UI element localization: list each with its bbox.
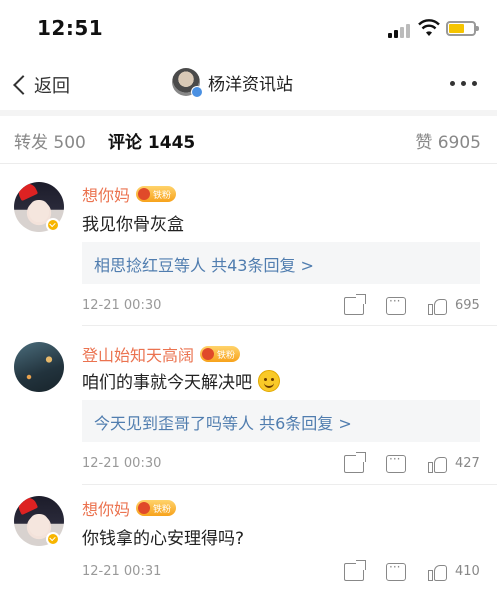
like-icon[interactable] (428, 563, 448, 581)
fan-badge-label: 铁粉 (217, 350, 236, 361)
comment-date: 12-21 00:31 (82, 564, 162, 579)
fan-badge: 铁粉 (136, 500, 177, 516)
nav-title: 杨洋资讯站 (208, 74, 293, 95)
fan-badge: 铁粉 (136, 186, 177, 202)
chevron-left-icon (13, 75, 33, 95)
replies-link[interactable]: 今天见到歪哥了吗等人 共6条回复 > (82, 400, 480, 442)
replies-link[interactable]: 相思捻红豆等人 共43条回复 > (82, 242, 480, 284)
comment-meta: 12-21 00:31 410 (82, 560, 482, 584)
like-count: 427 (455, 456, 480, 471)
divider (82, 325, 497, 326)
like-count: 410 (455, 564, 480, 579)
comment-text-content: 咱们的事就今天解决吧 (82, 373, 252, 393)
tab-repost[interactable]: 转发 500 (14, 128, 86, 153)
comment-username[interactable]: 想你妈 (82, 496, 130, 520)
comment-icon[interactable] (386, 560, 406, 581)
share-icon[interactable] (344, 294, 366, 315)
comment-username[interactable]: 想你妈 (82, 182, 130, 206)
back-button[interactable]: 返回 (10, 72, 70, 98)
cellular-signal-icon (388, 22, 414, 38)
tab-bar: 转发 500 评论 1445 赞 6905 (0, 116, 497, 164)
fan-badge-label: 铁粉 (153, 190, 172, 201)
comment-item: 想你妈 铁粉 我见你骨灰盒 相思捻红豆等人 共43条回复 > 12-21 00:… (0, 176, 497, 322)
tab-like[interactable]: 赞 6905 (415, 128, 481, 153)
comment-date: 12-21 00:30 (82, 298, 162, 313)
status-bar: 12:51 (0, 0, 497, 58)
account-avatar (172, 68, 203, 98)
divider (82, 484, 497, 485)
crown-icon (202, 348, 215, 360)
comment-item: 登山始知天高阔 铁粉 咱们的事就今天解决吧 今天见到歪哥了吗等人 共6条回复 >… (0, 338, 497, 484)
like-icon[interactable] (428, 297, 448, 315)
like-count: 695 (455, 298, 480, 313)
vip-badge-icon (46, 218, 60, 232)
comment-username[interactable]: 登山始知天高阔 (82, 342, 194, 366)
more-dots-icon[interactable] (450, 81, 477, 86)
share-icon[interactable] (344, 452, 366, 473)
comment-meta: 12-21 00:30 695 (82, 294, 482, 318)
battery-icon (446, 21, 479, 36)
nav-account[interactable]: 杨洋资讯站 (172, 68, 293, 98)
nav-bar: 返回 杨洋资讯站 (0, 58, 497, 110)
crown-icon (138, 188, 151, 200)
vip-badge-icon (46, 532, 60, 546)
fan-badge-label: 铁粉 (153, 504, 172, 515)
share-icon[interactable] (344, 560, 366, 581)
comment-icon[interactable] (386, 294, 406, 315)
like-icon[interactable] (428, 455, 448, 473)
comment-text: 你钱拿的心安理得吗? (82, 529, 245, 549)
smile-emoji-icon (258, 369, 280, 392)
tab-comment[interactable]: 评论 1445 (108, 128, 195, 153)
fan-badge: 铁粉 (200, 346, 241, 362)
status-time: 12:51 (37, 16, 104, 40)
comment-icon[interactable] (386, 452, 406, 473)
back-label: 返回 (34, 76, 70, 97)
crown-icon (138, 502, 151, 514)
comment-text: 咱们的事就今天解决吧 (82, 368, 280, 393)
verified-badge-icon (191, 86, 203, 98)
comment-date: 12-21 00:30 (82, 456, 162, 471)
wifi-icon (418, 19, 440, 36)
comment-text: 我见你骨灰盒 (82, 215, 184, 235)
comment-item: 想你妈 铁粉 你钱拿的心安理得吗? 12-21 00:31 410 (0, 496, 497, 589)
avatar[interactable] (14, 342, 64, 392)
comment-meta: 12-21 00:30 427 (82, 452, 482, 476)
